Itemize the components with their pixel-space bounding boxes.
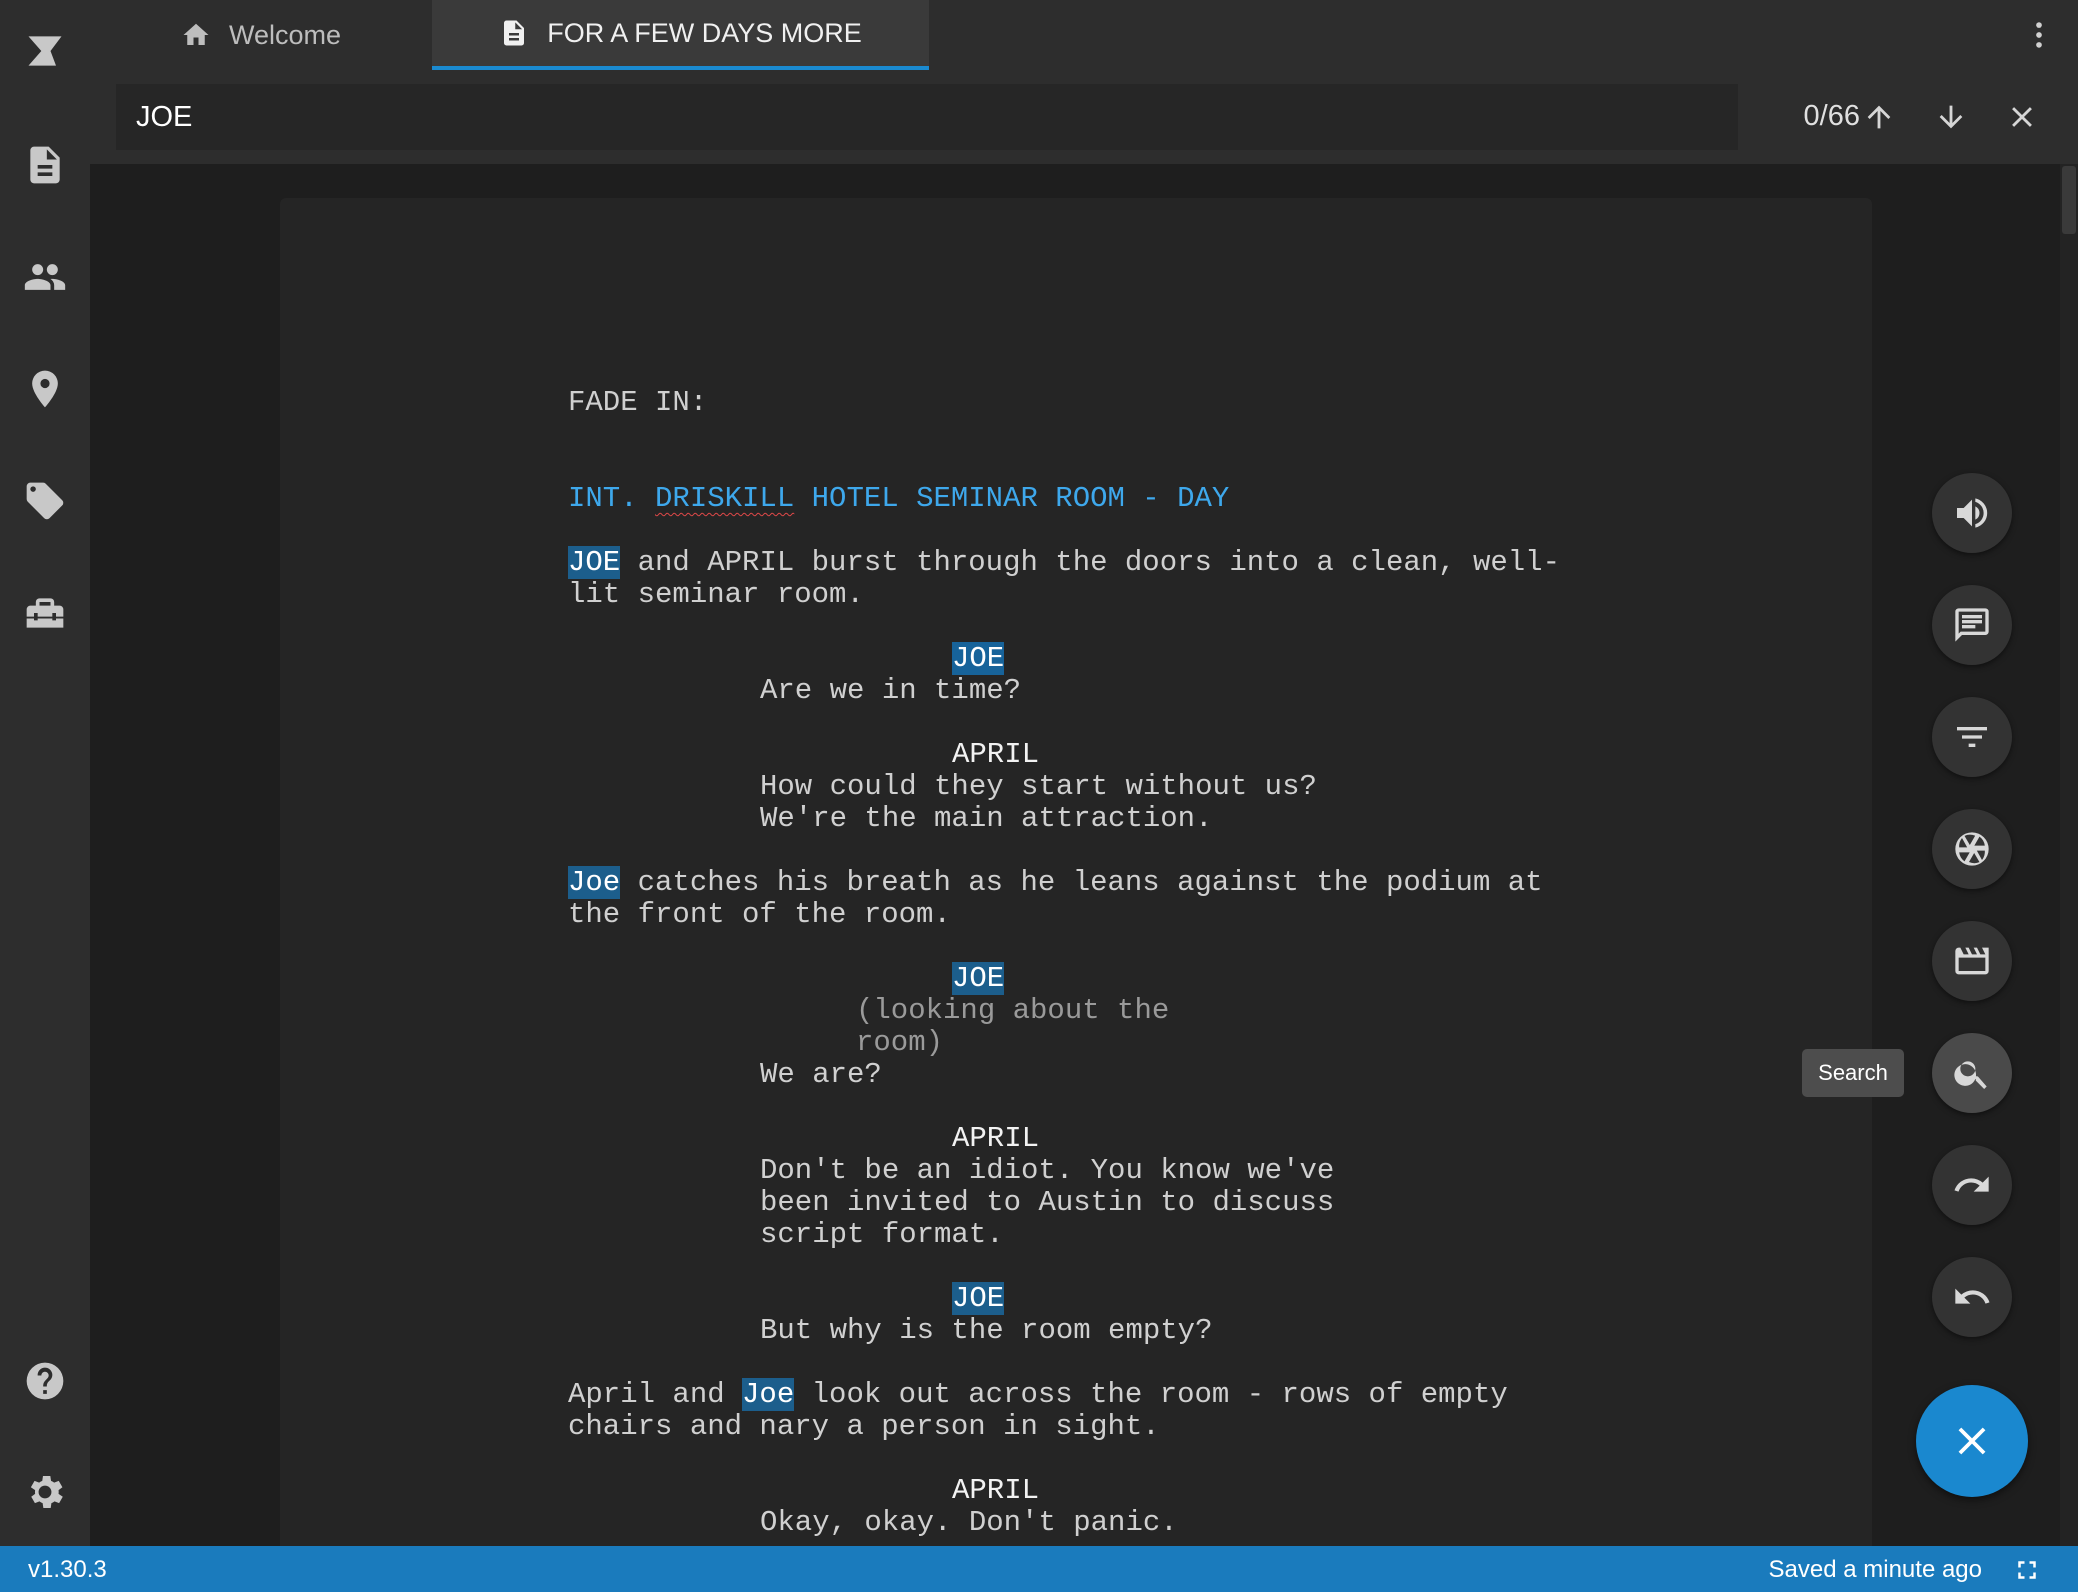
redo-icon xyxy=(1954,1176,1989,1192)
search-highlight: JOE xyxy=(952,962,1005,995)
status-bar: v1.30.3 Saved a minute ago xyxy=(0,1546,2078,1592)
previous-match-button[interactable] xyxy=(1854,92,1904,142)
tab-script-label: FOR A FEW DAYS MORE xyxy=(547,17,862,48)
action-line[interactable]: JOE and APRIL burst through the doors in… xyxy=(568,546,1560,579)
dialogue-line[interactable]: script format. xyxy=(760,1219,1004,1251)
sidebar-item-tags[interactable] xyxy=(0,456,90,546)
clapperboard-icon xyxy=(1955,947,1989,975)
arrow-down-icon xyxy=(1939,105,1963,129)
shot-list-button[interactable] xyxy=(1932,809,2012,889)
search-bar: 0/66 xyxy=(90,70,2078,164)
search-tooltip: Search xyxy=(1802,1049,1904,1097)
scene-heading[interactable]: INT. DRISKILL HOTEL SEMINAR ROOM - DAY xyxy=(568,483,1229,515)
spellcheck-word: DRISKILL xyxy=(655,482,795,515)
search-input[interactable] xyxy=(116,84,1738,150)
fullscreen-button[interactable] xyxy=(2012,1555,2042,1585)
dialogue-line[interactable]: But why is the room empty? xyxy=(760,1315,1212,1347)
sidebar-item-tools[interactable] xyxy=(0,568,90,658)
version-label: v1.30.3 xyxy=(28,1556,107,1583)
parenthetical-line[interactable]: room) xyxy=(856,1027,943,1059)
help-button[interactable] xyxy=(0,1336,90,1426)
home-icon xyxy=(183,23,209,45)
close-fab-menu-button[interactable] xyxy=(1916,1385,2028,1497)
action-text: and APRIL burst through the doors into a… xyxy=(620,546,1560,579)
dialogue-line[interactable]: How could they start without us? xyxy=(760,771,1317,803)
gear-icon xyxy=(30,1476,63,1508)
character-cue[interactable]: JOE xyxy=(952,1282,1005,1315)
toolbox-icon xyxy=(26,598,64,628)
undo-button[interactable] xyxy=(1932,1257,2012,1337)
location-pin-icon xyxy=(32,370,58,408)
character-cue[interactable]: APRIL xyxy=(952,739,1039,771)
close-icon xyxy=(1958,1427,1986,1455)
dialogue-line[interactable]: We're the main attraction. xyxy=(760,803,1212,835)
people-icon xyxy=(24,264,66,290)
search-highlight: JOE xyxy=(952,642,1005,675)
character-cue[interactable]: JOE xyxy=(952,642,1005,675)
filter-button[interactable] xyxy=(1932,697,2012,777)
sidebar-item-characters[interactable] xyxy=(0,232,90,322)
search-highlight: Joe xyxy=(568,866,621,899)
action-line[interactable]: chairs and nary a person in sight. xyxy=(568,1411,1160,1443)
action-text: April and xyxy=(568,1378,743,1411)
document-icon xyxy=(504,20,525,46)
search-icon xyxy=(1954,1061,1987,1089)
action-text: catches his breath as he leans against t… xyxy=(620,866,1543,899)
tag-icon xyxy=(26,482,64,520)
settings-button[interactable] xyxy=(0,1447,90,1537)
save-status: Saved a minute ago xyxy=(1768,1556,1982,1583)
redo-button[interactable] xyxy=(1932,1145,2012,1225)
dialogue-line[interactable]: been invited to Austin to discuss xyxy=(760,1187,1334,1219)
search-highlight: JOE xyxy=(568,546,621,579)
next-match-button[interactable] xyxy=(1926,92,1976,142)
tab-welcome[interactable]: Welcome xyxy=(90,0,432,70)
speaker-icon xyxy=(1957,498,1988,528)
logo-icon xyxy=(28,36,62,66)
dialogue-line[interactable]: We are? xyxy=(760,1059,882,1091)
undo-icon xyxy=(1955,1288,1990,1304)
character-cue[interactable]: APRIL xyxy=(952,1123,1039,1155)
sidebar-item-locations[interactable] xyxy=(0,344,90,434)
filter-icon xyxy=(1957,727,1987,747)
action-text: look out across the room - rows of empty xyxy=(794,1378,1508,1411)
aperture-icon xyxy=(1955,832,1989,866)
arrow-up-icon xyxy=(1867,105,1891,129)
scene-heading-text: HOTEL SEMINAR ROOM - DAY xyxy=(794,482,1230,515)
more-menu-button[interactable] xyxy=(2014,10,2064,60)
read-aloud-button[interactable] xyxy=(1932,473,2012,553)
comment-icon xyxy=(1955,608,1989,642)
close-icon xyxy=(2012,107,2032,127)
action-line[interactable]: Joe catches his breath as he leans again… xyxy=(568,866,1543,899)
search-button[interactable] xyxy=(1932,1033,2012,1113)
scene-heading-text: INT. xyxy=(568,482,656,515)
tab-script[interactable]: FOR A FEW DAYS MORE xyxy=(432,0,929,70)
editor-scrollbar[interactable] xyxy=(2060,164,2078,1546)
app-logo-icon[interactable] xyxy=(0,6,90,96)
character-cue[interactable]: APRIL xyxy=(952,1475,1039,1507)
more-vertical-icon xyxy=(2036,22,2042,48)
parenthetical-line[interactable]: (looking about the xyxy=(856,995,1169,1027)
document-icon xyxy=(30,146,60,184)
action-line[interactable]: lit seminar room. xyxy=(568,579,864,611)
search-highlight: Joe xyxy=(742,1378,795,1411)
scrollbar-thumb[interactable] xyxy=(2062,166,2076,234)
transition-line[interactable]: FADE IN: xyxy=(568,387,707,419)
dialogue-line[interactable]: Okay, okay. Don't panic. xyxy=(760,1507,1178,1539)
help-icon xyxy=(26,1362,64,1400)
sidebar-item-scripts[interactable] xyxy=(0,120,90,210)
search-highlight: JOE xyxy=(952,1282,1005,1315)
dialogue-line[interactable]: Are we in time? xyxy=(760,675,1021,707)
character-cue[interactable]: JOE xyxy=(952,962,1005,995)
action-line[interactable]: the front of the room. xyxy=(568,899,951,931)
action-line[interactable]: April and Joe look out across the room -… xyxy=(568,1378,1508,1411)
scenes-button[interactable] xyxy=(1932,921,2012,1001)
search-match-count: 0/66 xyxy=(1803,100,1860,132)
dialogue-line[interactable]: Don't be an idiot. You know we've xyxy=(760,1155,1334,1187)
fullscreen-icon xyxy=(2018,1561,2036,1579)
comments-button[interactable] xyxy=(1932,585,2012,665)
close-search-button[interactable] xyxy=(1997,92,2047,142)
sidebar xyxy=(0,0,90,1546)
tab-welcome-label: Welcome xyxy=(228,19,342,50)
